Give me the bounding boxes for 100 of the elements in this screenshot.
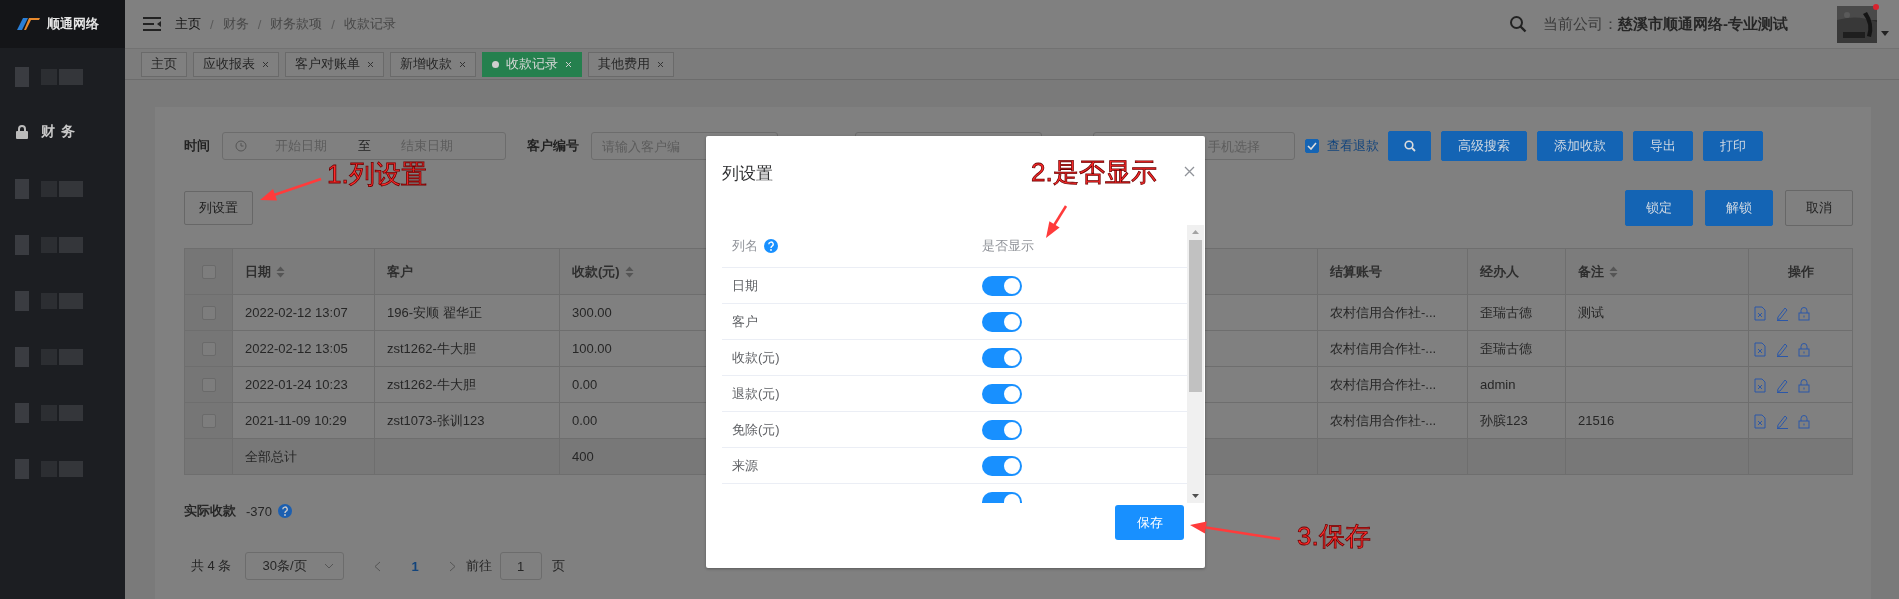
file-icon[interactable]	[1753, 341, 1767, 357]
tab[interactable]: 新增收款	[390, 51, 476, 77]
file-icon[interactable]	[1753, 377, 1767, 393]
breadcrumb-item[interactable]: 财务	[222, 15, 249, 33]
column-header: 结算账号	[1330, 263, 1382, 279]
sort-icon[interactable]	[276, 265, 285, 278]
goto-label: 前往	[465, 557, 492, 575]
column-name: 免除(元)	[732, 420, 780, 439]
toggle-switch[interactable]	[982, 419, 1022, 440]
tab[interactable]: 应收报表	[193, 51, 279, 77]
tab[interactable]: 客户对账单	[285, 51, 384, 77]
pencil-icon[interactable]	[1775, 413, 1789, 429]
page-input[interactable]: 1	[499, 552, 542, 580]
column-name: 退款(元)	[732, 384, 780, 403]
table-cell: 100.00	[572, 341, 612, 356]
close-icon[interactable]	[1184, 166, 1195, 177]
toolbar-button[interactable]: 导出	[1633, 131, 1693, 161]
table-cell: 测试	[1578, 304, 1604, 320]
lock-icon	[15, 125, 29, 139]
table-cell: 0.00	[572, 377, 598, 392]
action-button[interactable]: 解锁	[1705, 190, 1773, 226]
pencil-icon[interactable]	[1775, 377, 1789, 393]
column-name: 日期	[732, 276, 758, 295]
column-name: 来源	[732, 456, 758, 475]
menu-icon[interactable]	[143, 17, 161, 31]
company-label: 当前公司：	[1543, 14, 1618, 34]
page-size-select[interactable]: 30条/页	[245, 552, 345, 580]
sort-icon[interactable]	[624, 265, 634, 278]
toggle-switch[interactable]	[982, 383, 1022, 404]
sidebar-item[interactable]: 财务	[0, 104, 125, 160]
breadcrumb-separator: /	[331, 16, 335, 32]
table-cell: 农村信用合作社-...	[1330, 340, 1437, 356]
column-header: 列名	[732, 237, 758, 255]
table-cell: admin	[1480, 377, 1516, 392]
sort-icon[interactable]	[1609, 265, 1618, 278]
checkmark-icon	[1307, 142, 1317, 150]
tab[interactable]: 主页	[141, 51, 187, 77]
breadcrumb-separator: /	[257, 16, 262, 32]
search-icon[interactable]	[1509, 15, 1527, 33]
breadcrumb-item[interactable]: 主页	[175, 15, 201, 33]
search-icon	[1403, 140, 1416, 152]
lock-icon[interactable]	[1797, 305, 1811, 321]
lock-icon[interactable]	[1797, 413, 1811, 429]
total-label: 全部总计	[245, 448, 297, 464]
table-cell: 孙膑123	[1480, 412, 1528, 428]
table-cell: 歪瑞古德	[1480, 340, 1532, 356]
table-cell: 0.00	[572, 413, 598, 428]
file-icon[interactable]	[1753, 305, 1767, 321]
toolbar-button[interactable]: 打印	[1703, 131, 1763, 161]
help-icon[interactable]	[278, 504, 293, 518]
tab[interactable]: 其他费用	[588, 51, 674, 77]
annotation-arrow	[260, 177, 322, 201]
lock-icon[interactable]	[1797, 341, 1811, 357]
action-button[interactable]: 取消	[1785, 190, 1853, 226]
scrollbar[interactable]	[1187, 225, 1204, 503]
lock-icon[interactable]	[1797, 377, 1811, 393]
logo-icon	[15, 16, 41, 32]
toggle-switch[interactable]	[982, 311, 1022, 332]
table-cell: 2022-01-24 10:23	[245, 377, 348, 392]
table-cell: zst1073-张训123	[387, 412, 485, 428]
pencil-icon[interactable]	[1775, 305, 1789, 321]
page-number[interactable]: 1	[411, 558, 419, 574]
refund-checkbox[interactable]: 查看退款	[1305, 137, 1379, 155]
close-icon[interactable]	[262, 60, 269, 68]
toolbar-button[interactable]: 添加收款	[1537, 131, 1623, 161]
chevron-down-icon	[324, 563, 335, 569]
close-icon[interactable]	[367, 60, 374, 68]
table-cell: zst1262-牛大胆	[387, 340, 476, 356]
table-cell: 300.00	[572, 305, 612, 320]
save-button[interactable]: 保存	[1115, 505, 1184, 540]
pencil-icon[interactable]	[1775, 341, 1789, 357]
help-icon[interactable]	[764, 239, 778, 253]
page-suffix: 页	[551, 557, 565, 575]
chevron-right-icon[interactable]	[448, 560, 456, 572]
table-cell: 歪瑞古德	[1480, 304, 1532, 320]
summary-value: -370	[246, 503, 273, 519]
annotation-text: 2.是否显示	[1031, 159, 1157, 185]
search-button[interactable]	[1388, 131, 1431, 161]
filter-label: 客户编号	[527, 137, 579, 155]
filter-label: 时间	[184, 137, 210, 155]
total-count: 共 4 条	[191, 557, 232, 575]
action-button[interactable]: 锁定	[1625, 190, 1693, 226]
toggle-switch[interactable]	[982, 275, 1022, 296]
toggle-switch[interactable]	[982, 347, 1022, 368]
column-header: 是否显示	[982, 238, 1034, 253]
caret-icon[interactable]	[1881, 30, 1889, 36]
close-icon[interactable]	[657, 60, 664, 68]
status-dot	[492, 60, 499, 68]
toggle-switch[interactable]	[982, 455, 1022, 476]
column-name: 客户	[732, 312, 758, 331]
column-settings-button[interactable]: 列设置	[184, 191, 253, 225]
close-icon[interactable]	[459, 60, 466, 68]
tab[interactable]: 收款记录	[482, 51, 582, 77]
chevron-left-icon[interactable]	[374, 560, 382, 572]
file-icon[interactable]	[1753, 413, 1767, 429]
column-header: 客户	[387, 263, 413, 279]
table-cell: 21516	[1578, 413, 1615, 428]
toolbar-button[interactable]: 高级搜索	[1441, 131, 1527, 161]
table-cell: 2022-02-12 13:05	[245, 341, 348, 356]
total-amount: 400	[572, 449, 594, 464]
